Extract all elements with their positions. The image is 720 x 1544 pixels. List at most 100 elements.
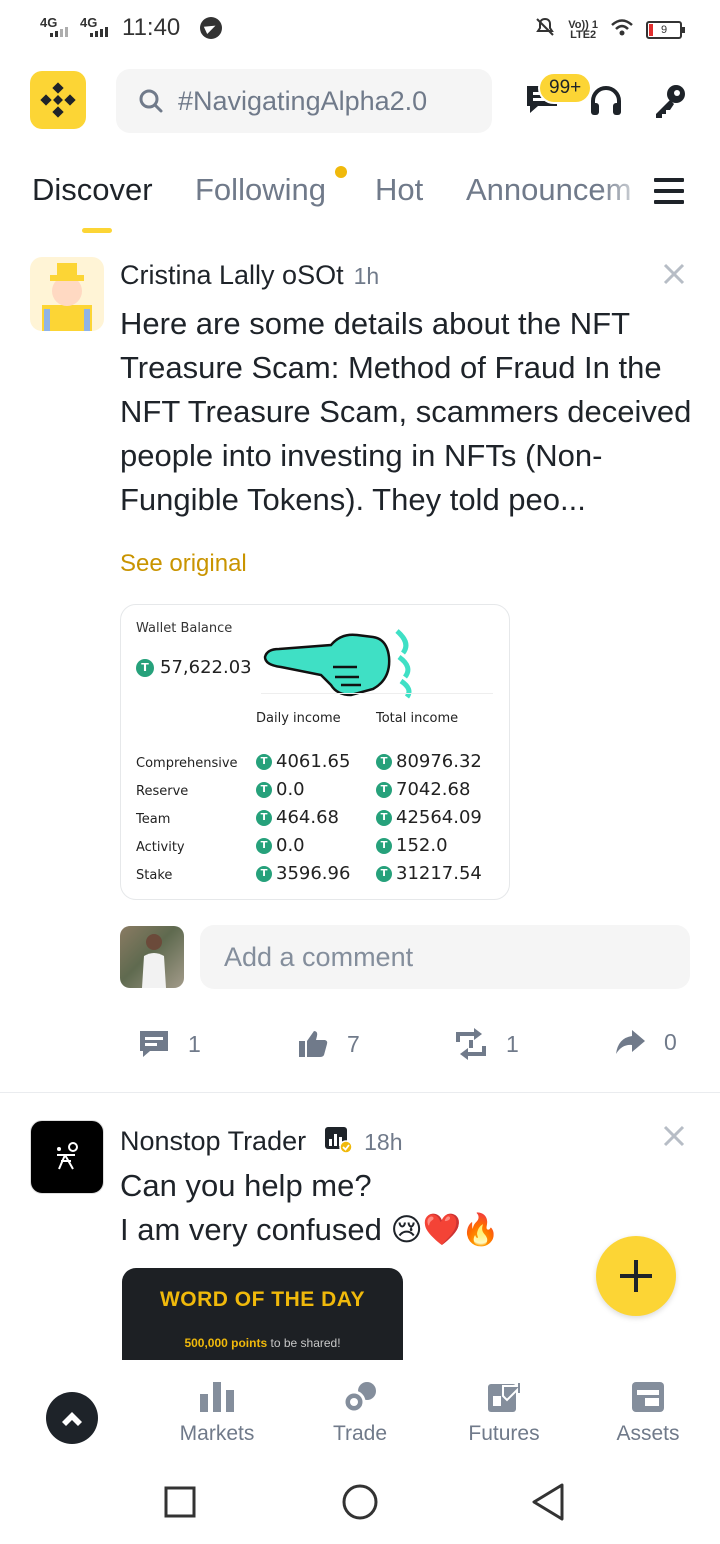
back-icon[interactable] (530, 1482, 566, 1522)
clock: 11:40 (122, 14, 181, 41)
post-image[interactable]: WORD OF THE DAY 500,000 points to be sha… (122, 1268, 403, 1360)
binance-logo-icon[interactable] (30, 71, 86, 129)
daily-value: 464.68 (276, 807, 339, 828)
verified-creator-icon (325, 1127, 353, 1154)
notification-badge: 99+ (538, 72, 593, 104)
post-image[interactable]: Wallet Balance T 57,622.03 Daily income … (120, 604, 510, 900)
nav-label: Futures (468, 1422, 540, 1445)
table-row: Comprehensive T 4061.65 T 80976.32 (136, 751, 506, 779)
nav-label: Markets (179, 1422, 255, 1445)
volte-line2: LTE2 (570, 29, 597, 41)
create-post-button[interactable] (596, 1236, 676, 1316)
shared-text: to be shared! (267, 1336, 341, 1350)
post-text-line: Can you help me? (120, 1168, 372, 1203)
post-header: Cristina Lally oSOt 1h (120, 260, 379, 291)
daily-value: 0.0 (276, 779, 305, 800)
repost-count: 1 (506, 1030, 519, 1057)
mute-icon (534, 16, 556, 44)
row-label: Comprehensive (136, 756, 238, 771)
comment-action[interactable]: 1 (138, 1028, 201, 1060)
tether-icon: T (376, 781, 392, 798)
status-bar: 4G 4G 11:40 Vo)) 1 LTE2 9 (0, 0, 720, 58)
signal-icon: 4G (80, 15, 114, 41)
table-row: Stake T 3596.96 T 31217.54 (136, 863, 506, 891)
share-action[interactable]: 0 (614, 1028, 677, 1056)
row-label: Reserve (136, 784, 189, 799)
total-value: 31217.54 (396, 863, 482, 884)
pointing-hand-icon (263, 629, 412, 699)
home-circle-icon[interactable] (341, 1483, 379, 1521)
avatar[interactable] (30, 257, 104, 331)
home-button[interactable] (46, 1392, 98, 1444)
table-row: Activity T 0.0 T 152.0 (136, 835, 506, 863)
tether-icon: T (256, 753, 272, 770)
tether-icon: T (376, 865, 392, 882)
row-label: Team (136, 812, 171, 827)
repost-icon (456, 1028, 486, 1060)
like-action[interactable]: 7 (297, 1028, 360, 1060)
column-header-daily: Daily income (256, 711, 341, 726)
tether-icon: T (376, 753, 392, 770)
comment-count: 1 (188, 1030, 201, 1057)
see-original-link[interactable]: See original (120, 550, 247, 578)
post-actions: 1 7 1 0 (0, 1028, 720, 1068)
menu-icon[interactable] (654, 178, 684, 206)
post-text[interactable]: Can you help me? I am very confused 😢❤️🔥 (120, 1164, 700, 1252)
tether-icon: T (256, 837, 272, 854)
nav-futures[interactable]: Futures (444, 1380, 564, 1446)
tab-discover[interactable]: Discover (32, 172, 153, 208)
tether-icon: T (376, 809, 392, 826)
wallet-balance: T 57,622.03 (136, 657, 252, 678)
active-tab-indicator (82, 228, 112, 233)
tether-icon: T (136, 658, 154, 677)
tab-hot[interactable]: Hot (375, 172, 423, 208)
thumbs-up-icon (299, 1031, 328, 1057)
row-label: Activity (136, 840, 185, 855)
recent-apps-icon[interactable] (164, 1486, 196, 1518)
close-icon[interactable] (662, 262, 686, 286)
top-bar: 99+ (0, 68, 720, 134)
chevron-up-icon (62, 1412, 82, 1426)
repost-action[interactable]: 1 (454, 1028, 519, 1060)
assets-icon (632, 1382, 664, 1412)
user-avatar[interactable] (120, 926, 184, 988)
post-text[interactable]: Here are some details about the NFT Trea… (120, 302, 700, 522)
points-text: 500,000 points (184, 1336, 268, 1350)
search-input[interactable] (178, 85, 478, 117)
search-icon (139, 89, 163, 113)
markets-icon (200, 1382, 234, 1412)
avatar[interactable] (30, 1120, 104, 1194)
table-row: Reserve T 0.0 T 7042.68 (136, 779, 506, 807)
nav-assets[interactable]: Assets (588, 1380, 708, 1446)
author-name[interactable]: Nonstop Trader (120, 1126, 306, 1157)
telegram-icon (200, 17, 223, 39)
signal-icon: 4G (40, 15, 74, 41)
total-value: 152.0 (396, 835, 448, 856)
tether-icon: T (376, 837, 392, 854)
nav-trade[interactable]: Trade (300, 1380, 420, 1446)
search-bar[interactable] (116, 69, 492, 133)
key-icon[interactable] (650, 82, 690, 122)
close-icon[interactable] (662, 1124, 686, 1148)
nav-label: Trade (332, 1422, 388, 1445)
wallet-title: Wallet Balance (136, 621, 233, 636)
share-count: 0 (664, 1028, 677, 1055)
nav-markets[interactable]: Markets (157, 1380, 277, 1446)
total-value: 7042.68 (396, 779, 471, 800)
futures-icon (488, 1381, 522, 1412)
comment-icon (140, 1031, 168, 1057)
row-label: Stake (136, 868, 173, 883)
tether-icon: T (256, 865, 272, 882)
author-name[interactable]: Cristina Lally oSOt (120, 260, 344, 291)
total-value: 42564.09 (396, 807, 482, 828)
comment-box[interactable] (200, 925, 690, 989)
volte-indicator: Vo)) 1 LTE2 (568, 20, 598, 41)
tab-following[interactable]: Following (195, 172, 326, 208)
like-count: 7 (347, 1030, 360, 1057)
comment-input[interactable] (224, 941, 664, 973)
balance-value: 57,622.03 (160, 657, 252, 678)
share-icon (616, 1030, 645, 1054)
daily-value: 0.0 (276, 835, 305, 856)
post-header: Nonstop Trader 18h (120, 1122, 402, 1157)
headset-support-icon[interactable] (588, 84, 628, 124)
